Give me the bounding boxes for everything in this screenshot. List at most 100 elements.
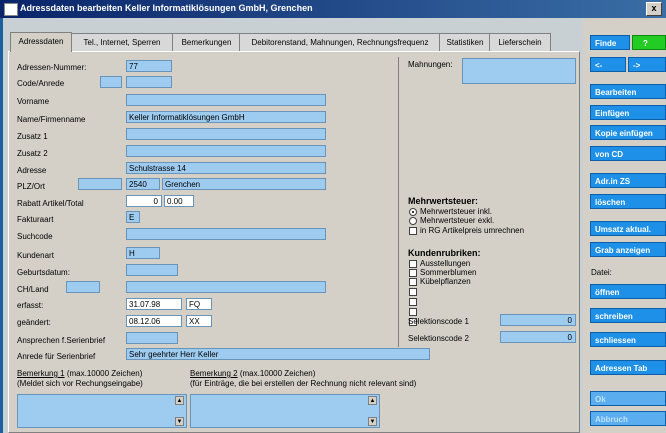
- rubrik-checkbox[interactable]: [409, 288, 417, 296]
- ok-button[interactable]: Ok: [590, 391, 666, 406]
- kopie-einfuegen-button[interactable]: Kopie einfügen: [590, 125, 666, 140]
- plz-ort-label: PLZ/Ort: [17, 182, 46, 191]
- mwst-exkl-label: Mehrwertsteuer exkl.: [420, 216, 495, 225]
- ch-land-code-field[interactable]: [66, 281, 100, 293]
- suchcode-field[interactable]: [126, 228, 326, 240]
- tab-tel-internet-sperren[interactable]: Tel., Internet, Sperren: [70, 33, 174, 51]
- rabatt-label: Rabatt Artikel/Total: [17, 199, 84, 208]
- bemerkung1-link[interactable]: Bemerkung 1: [17, 369, 65, 378]
- bemerkung2-textarea[interactable]: [190, 394, 380, 428]
- ch-land-label: CH/Land: [17, 285, 49, 294]
- mwst-exkl-radio[interactable]: [409, 217, 417, 225]
- plz-field[interactable]: 2540: [126, 178, 160, 190]
- erfasst-label: erfasst:: [17, 301, 44, 310]
- rubrik-checkbox[interactable]: [409, 298, 417, 306]
- tab-adressdaten[interactable]: Adressdaten: [10, 32, 72, 52]
- tab-bemerkungen[interactable]: Bemerkungen: [172, 33, 241, 51]
- oeffnen-button[interactable]: öffnen: [590, 284, 666, 299]
- rg-artikelpreis-checkbox[interactable]: [409, 227, 417, 235]
- next-button[interactable]: ->: [628, 57, 666, 72]
- window-title: Adressdaten bearbeiten Keller Informatik…: [20, 3, 313, 13]
- window-titlebar: Adressdaten bearbeiten Keller Informatik…: [0, 0, 666, 18]
- mahnungen-field[interactable]: [462, 58, 576, 84]
- kundenart-field[interactable]: H: [126, 247, 160, 259]
- mwst-inkl-radio[interactable]: [409, 208, 417, 216]
- geaendert-date-field[interactable]: 08.12.06: [126, 315, 182, 327]
- geburtsdatum-label: Geburtsdatum:: [17, 268, 70, 277]
- scroll-down-icon[interactable]: ▼: [175, 417, 184, 426]
- scroll-down-icon[interactable]: ▼: [368, 417, 377, 426]
- tab-lieferschein[interactable]: Lieferschein: [489, 33, 551, 51]
- scroll-up-icon[interactable]: ▲: [175, 396, 184, 405]
- column-divider: [398, 57, 399, 347]
- adressen-nummer-field[interactable]: 77: [126, 60, 172, 72]
- loeschen-button[interactable]: löschen: [590, 194, 666, 209]
- anrede-serienbrief-field[interactable]: Sehr geehrter Herr Keller: [126, 348, 430, 360]
- adresse-field[interactable]: Schulstrasse 14: [126, 162, 326, 174]
- zusatz1-label: Zusatz 1: [17, 132, 48, 141]
- rubrik-label: Kübelpflanzen: [420, 277, 471, 286]
- bemerkung2-suffix: (max.10000 Zeichen): [237, 369, 316, 378]
- code-anrede-label: Code/Anrede: [17, 79, 65, 88]
- rubrik-checkbox[interactable]: [409, 260, 417, 268]
- vorname-field[interactable]: [126, 94, 326, 106]
- adr-in-zs-button[interactable]: Adr.in ZS: [590, 173, 666, 188]
- ch-land-field[interactable]: [126, 281, 326, 293]
- adressen-nummer-label: Adressen-Nummer:: [17, 63, 87, 72]
- mwst-inkl-label: Mehrwertsteuer inkl.: [420, 207, 493, 216]
- country-prefix-field[interactable]: [78, 178, 122, 190]
- rubrik-checkbox[interactable]: [409, 308, 417, 316]
- einfuegen-button[interactable]: Einfügen: [590, 105, 666, 120]
- kundenart-label: Kundenart: [17, 251, 54, 260]
- fakturaart-field[interactable]: E: [126, 211, 140, 223]
- close-button[interactable]: x: [646, 2, 662, 16]
- adresse-label: Adresse: [17, 166, 47, 175]
- bemerkung1-textarea[interactable]: [17, 394, 187, 428]
- bemerkung1-suffix: (max.10000 Zeichen): [64, 369, 143, 378]
- anrede-field[interactable]: [126, 76, 172, 88]
- datei-label: Datei:: [591, 268, 612, 277]
- help-button[interactable]: ?: [632, 35, 666, 50]
- geaendert-label: geändert:: [17, 318, 51, 327]
- rabatt-total-field[interactable]: 0.00: [164, 195, 194, 207]
- ansprechen-field[interactable]: [126, 332, 178, 344]
- bemerkung1-title: Bemerkung 1 (max.10000 Zeichen): [17, 369, 142, 378]
- selektionscode2-field[interactable]: 0: [500, 331, 576, 343]
- selektionscode1-field[interactable]: 0: [500, 314, 576, 326]
- bearbeiten-button[interactable]: Bearbeiten: [590, 84, 666, 99]
- rabatt-artikel-field[interactable]: 0: [126, 195, 162, 207]
- selektionscode1-label: Selektionscode 1: [408, 317, 469, 326]
- name-field[interactable]: Keller Informatiklösungen GmbH: [126, 111, 326, 123]
- grab-anzeigen-button[interactable]: Grab anzeigen: [590, 242, 666, 257]
- schreiben-button[interactable]: schreiben: [590, 308, 666, 323]
- rubrik-checkbox[interactable]: [409, 269, 417, 277]
- tab-debitorenstand[interactable]: Debitorenstand, Mahnungen, Rechnungsfreq…: [239, 33, 441, 51]
- rubrik-checkbox[interactable]: [409, 278, 417, 286]
- code-field[interactable]: [100, 76, 122, 88]
- rubrik-label: Sommerblumen: [420, 268, 477, 277]
- geaendert-user-field[interactable]: XX: [186, 315, 212, 327]
- geburtsdatum-field[interactable]: [126, 264, 178, 276]
- erfasst-user-field[interactable]: FQ: [186, 298, 212, 310]
- zusatz1-field[interactable]: [126, 128, 326, 140]
- abbruch-button[interactable]: Abbruch: [590, 411, 666, 426]
- prev-button[interactable]: <-: [590, 57, 626, 72]
- finde-button[interactable]: Finde: [590, 35, 630, 50]
- bemerkung2-hint: (für Einträge, die bei erstellen der Rec…: [190, 379, 417, 388]
- suchcode-label: Suchcode: [17, 232, 53, 241]
- erfasst-date-field[interactable]: 31.07.98: [126, 298, 182, 310]
- scroll-up-icon[interactable]: ▲: [368, 396, 377, 405]
- schliessen-button[interactable]: schliessen: [590, 332, 666, 347]
- zusatz2-field[interactable]: [126, 145, 326, 157]
- rubrik-label: Ausstellungen: [420, 259, 471, 268]
- adressen-tab-button[interactable]: Adressen Tab: [590, 360, 666, 375]
- zusatz2-label: Zusatz 2: [17, 149, 48, 158]
- selektionscode2-label: Selektionscode 2: [408, 334, 469, 343]
- tab-statistiken[interactable]: Statistiken: [439, 33, 491, 51]
- von-cd-button[interactable]: von CD: [590, 146, 666, 161]
- bemerkung2-link[interactable]: Bemerkung 2: [190, 369, 238, 378]
- bemerkung1-hint: (Meldet sich vor Rechungseingabe): [17, 379, 143, 388]
- umsatz-aktual-button[interactable]: Umsatz aktual.: [590, 221, 666, 236]
- ort-field[interactable]: Grenchen: [162, 178, 326, 190]
- rg-artikelpreis-label: in RG Artikelpreis umrechnen: [420, 226, 525, 235]
